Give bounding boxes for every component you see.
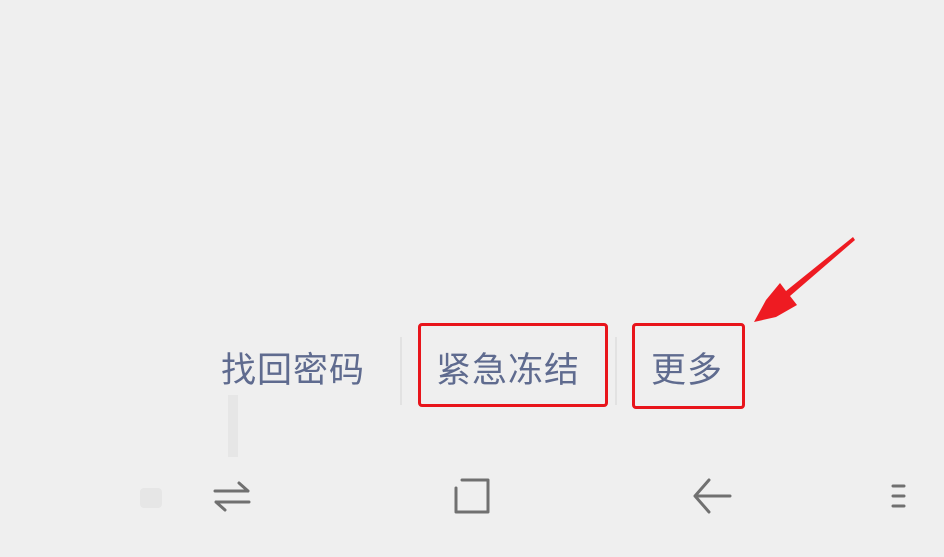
home-square-icon[interactable] bbox=[450, 474, 494, 518]
switch-apps-icon[interactable] bbox=[210, 474, 254, 518]
menu-icon[interactable] bbox=[884, 474, 914, 518]
back-arrow-icon[interactable] bbox=[690, 474, 734, 518]
system-nav-bar bbox=[0, 460, 944, 540]
